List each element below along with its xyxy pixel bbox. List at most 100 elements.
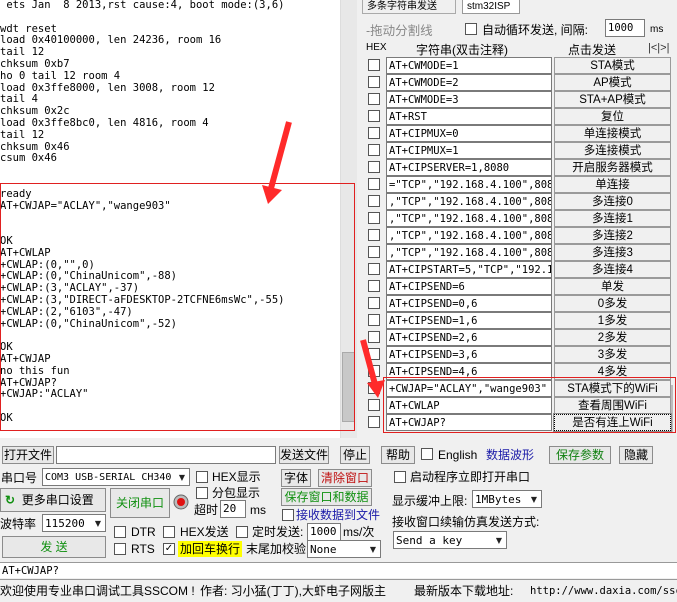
row-send-button[interactable]: AP模式 [554,74,671,91]
row-send-button[interactable]: 多连接模式 [554,142,671,159]
row-hex-checkbox[interactable] [368,110,380,122]
tab-multi-string[interactable]: 多条字符串发送 [362,0,456,14]
chevron-down-icon[interactable]: ▼ [527,491,541,507]
row-send-button[interactable]: STA模式 [554,57,671,74]
row-hex-checkbox[interactable] [368,399,380,411]
row-send-button[interactable]: 复位 [554,108,671,125]
row-command-input[interactable]: ,"TCP","192.168.4.100",8080 [386,193,552,210]
checksum-select[interactable]: None ▼ [307,540,381,558]
row-hex-checkbox[interactable] [368,331,380,343]
stop-button[interactable]: 停止 [340,446,370,464]
row-send-button[interactable]: 开启服务器模式 [554,159,671,176]
row-hex-checkbox[interactable] [368,365,380,377]
row-hex-checkbox[interactable] [368,178,380,190]
row-send-button[interactable]: STA+AP模式 [554,91,671,108]
row-command-input[interactable]: AT+RST [386,108,552,125]
page-nav-arrows[interactable]: |<|>| [648,42,669,54]
chevron-down-icon[interactable]: ▼ [366,541,380,557]
row-send-button[interactable]: 1多发 [554,312,671,329]
row-command-input[interactable]: AT+CIPSTART=5,"TCP","192.168 [386,261,552,278]
dtr-checkbox[interactable] [114,526,126,538]
row-hex-checkbox[interactable] [368,127,380,139]
row-hex-checkbox[interactable] [368,263,380,275]
hide-button[interactable]: 隐藏 [619,446,653,464]
row-command-input[interactable]: AT+CWMODE=1 [386,57,552,74]
save-params-button[interactable]: 保存参数 [549,446,611,464]
row-command-input[interactable]: ,"TCP","192.168.4.100",8080 [386,210,552,227]
row-command-input[interactable]: AT+CIPSEND=1,6 [386,312,552,329]
send-file-button[interactable]: 发送文件 [279,446,329,464]
row-command-input[interactable]: AT+CIPSEND=6 [386,278,552,295]
send-input[interactable]: AT+CWJAP? [0,562,677,578]
open-file-button[interactable]: 打开文件 [2,446,54,464]
row-command-input[interactable]: AT+CWMODE=2 [386,74,552,91]
row-hex-checkbox[interactable] [368,76,380,88]
row-command-input[interactable]: AT+CIPSEND=3,6 [386,346,552,363]
row-hex-checkbox[interactable] [368,297,380,309]
row-command-input[interactable]: AT+CIPMUX=1 [386,142,552,159]
english-checkbox[interactable] [421,448,433,460]
row-send-button[interactable]: 单发 [554,278,671,295]
timed-send-input[interactable]: 1000 [307,523,341,541]
row-command-input[interactable]: AT+CIPSEND=2,6 [386,329,552,346]
row-command-input[interactable]: ,"TCP","192.168.4.100",8080 [386,244,552,261]
row-send-button[interactable]: 单连接 [554,176,671,193]
tab-stm32isp[interactable]: stm32ISP [462,0,520,14]
auto-loop-checkbox[interactable] [465,23,477,35]
data-waveform-link[interactable]: 数据波形 [486,447,534,463]
baud-select[interactable]: 115200 ▼ [42,514,106,532]
timed-send-checkbox[interactable] [236,526,248,538]
chevron-down-icon[interactable]: ▼ [175,469,189,485]
row-send-button[interactable]: 2多发 [554,329,671,346]
row-send-button[interactable]: 0多发 [554,295,671,312]
row-send-button[interactable]: 单连接模式 [554,125,671,142]
row-hex-checkbox[interactable] [368,314,380,326]
row-hex-checkbox[interactable] [368,382,380,394]
row-hex-checkbox[interactable] [368,280,380,292]
port-select[interactable]: COM3 USB-SERIAL CH340 ▼ [42,468,190,486]
row-send-button[interactable]: 多连接0 [554,193,671,210]
chevron-down-icon[interactable]: ▼ [91,515,105,531]
row-hex-checkbox[interactable] [368,246,380,258]
recv-to-file-checkbox[interactable] [282,509,294,521]
more-port-settings-button[interactable]: ↻ 更多串口设置 [0,488,106,512]
clear-window-button[interactable]: 清除窗口 [318,469,372,487]
row-send-button[interactable]: 多连接1 [554,210,671,227]
rts-checkbox[interactable] [114,543,126,555]
row-hex-checkbox[interactable] [368,229,380,241]
row-send-button[interactable]: 多连接3 [554,244,671,261]
row-hex-checkbox[interactable] [368,195,380,207]
buffer-select[interactable]: 1MBytes ▼ [472,490,542,508]
save-window-button[interactable]: 保存窗口和数据 [281,488,372,506]
row-hex-checkbox[interactable] [368,161,380,173]
row-hex-checkbox[interactable] [368,93,380,105]
row-hex-checkbox[interactable] [368,144,380,156]
row-send-button[interactable]: 多连接4 [554,261,671,278]
open-on-start-checkbox[interactable] [394,471,406,483]
row-command-input[interactable]: AT+CIPMUX=0 [386,125,552,142]
help-button[interactable]: 帮助 [381,446,415,464]
close-port-button[interactable]: 关闭串口 [110,488,170,518]
chevron-down-icon[interactable]: ▼ [492,532,506,548]
send-key-select[interactable]: Send a key ▼ [393,531,507,549]
hex-send-checkbox[interactable] [163,526,175,538]
drag-divider-label[interactable]: -拖动分割线 [366,20,433,39]
status-url[interactable]: http://www.daxia.com/ssc [530,583,677,599]
row-hex-checkbox[interactable] [368,416,380,428]
row-hex-checkbox[interactable] [368,59,380,71]
timeout-input[interactable]: 20 [220,500,246,518]
row-command-input[interactable]: ,"TCP","192.168.4.100",8080 [386,227,552,244]
interval-input[interactable]: 1000 [605,19,645,37]
font-button[interactable]: 字体 [281,469,311,487]
row-send-button[interactable]: 3多发 [554,346,671,363]
split-packet-checkbox[interactable] [196,487,208,499]
row-command-input[interactable]: ="TCP","192.168.4.100",8080 [386,176,552,193]
row-hex-checkbox[interactable] [368,212,380,224]
row-command-input[interactable]: AT+CIPSEND=0,6 [386,295,552,312]
add-crlf-checkbox[interactable]: ✓ [163,543,175,555]
row-command-input[interactable]: AT+CIPSERVER=1,8080 [386,159,552,176]
row-send-button[interactable]: 多连接2 [554,227,671,244]
row-hex-checkbox[interactable] [368,348,380,360]
row-command-input[interactable]: AT+CWMODE=3 [386,91,552,108]
file-path-input[interactable] [56,446,276,464]
